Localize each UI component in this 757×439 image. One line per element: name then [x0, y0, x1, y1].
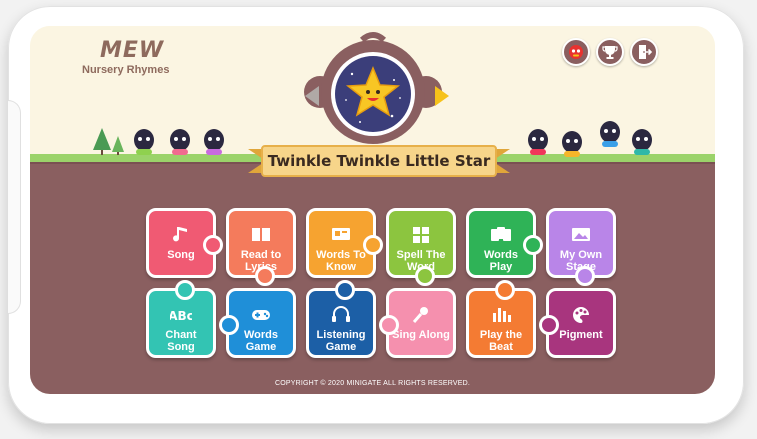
puzzle-knob [523, 235, 543, 255]
logo-subtitle: Nursery Rhymes [82, 64, 170, 76]
top-icon-bar [562, 38, 658, 68]
flashcard-icon [332, 228, 350, 240]
tile-words-to-know[interactable]: Words To Know [306, 208, 383, 278]
tile-label: Sing Along [392, 329, 450, 341]
abc-icon: ABc [170, 309, 192, 323]
app-screen: MEW Nursery Rhymes Twinkle Twinkle Littl… [30, 26, 715, 394]
copyright-text: COPYRIGHT © 2020 MINIGATE ALL RIGHTS RES… [275, 380, 470, 387]
trophy-icon [602, 46, 618, 59]
tile-chant-song[interactable]: ABc Chant Song [146, 280, 216, 358]
tile-words-game[interactable]: Words Game [219, 288, 296, 358]
music-note-icon [173, 227, 187, 242]
tree-decoration [93, 128, 124, 155]
logo-main: MEW [100, 38, 165, 63]
puzzle-knob [219, 315, 239, 335]
right-characters-decoration [528, 121, 652, 157]
cards-icon [491, 227, 511, 241]
tile-label: Words Play [483, 249, 519, 273]
tile-label: Words Game [243, 329, 279, 353]
tile-song[interactable]: Song [146, 208, 223, 278]
character-avatar-icon [569, 45, 583, 59]
tile-label: Play the Beat [479, 329, 523, 353]
puzzle-knob [255, 266, 275, 286]
character-avatar-button[interactable] [562, 38, 590, 66]
puzzle-knob [379, 315, 399, 335]
gamepad-icon [252, 310, 270, 320]
tile-listening-game[interactable]: Listening Game [306, 280, 376, 358]
tile-sing-along[interactable]: Sing Along [379, 288, 456, 358]
tile-label: Words To Know [316, 249, 366, 273]
app-logo: MEW Nursery Rhymes [82, 38, 192, 78]
puzzle-knob [363, 235, 383, 255]
microphone-icon [412, 307, 428, 323]
puzzle-knob [539, 315, 559, 335]
next-song-arrow[interactable] [435, 86, 449, 106]
song-title-banner: Twinkle Twinkle Little Star [248, 144, 510, 178]
tile-read-to-lyrics[interactable]: Read to Lyrics [226, 208, 296, 286]
tile-label: Chant Song [165, 329, 197, 353]
star-character-medallion [304, 32, 442, 144]
song-title: Twinkle Twinkle Little Star [267, 152, 491, 170]
headphones-icon [332, 306, 350, 322]
equalizer-icon [493, 308, 511, 322]
exit-icon [639, 45, 653, 59]
ground-background [30, 162, 715, 394]
puzzle-knob [175, 280, 195, 300]
trophy-button[interactable] [596, 38, 624, 66]
tile-my-own-stage[interactable]: My Own Stage [546, 208, 616, 286]
palette-icon [573, 307, 589, 323]
picture-icon [572, 228, 590, 241]
tile-pigment[interactable]: Pigment [539, 288, 616, 358]
tile-label: Song [167, 249, 195, 261]
blocks-icon [413, 227, 429, 243]
puzzle-knob [575, 266, 595, 286]
exit-button[interactable] [630, 38, 658, 66]
svg-text:ABc: ABc [170, 309, 192, 323]
tile-spell-the-word[interactable]: Spell The Word [386, 208, 456, 286]
device-side-notch [8, 100, 21, 314]
tile-label: Pigment [559, 329, 603, 341]
puzzle-knob [203, 235, 223, 255]
tile-play-the-beat[interactable]: Play the Beat [466, 280, 536, 358]
puzzle-knob [495, 280, 515, 300]
tile-label: Listening Game [316, 329, 366, 353]
puzzle-knob [415, 266, 435, 286]
puzzle-knob [335, 280, 355, 300]
left-characters-decoration [134, 129, 224, 155]
book-icon [252, 228, 270, 241]
previous-song-arrow[interactable] [305, 86, 319, 106]
tile-words-play[interactable]: Words Play [466, 208, 543, 278]
